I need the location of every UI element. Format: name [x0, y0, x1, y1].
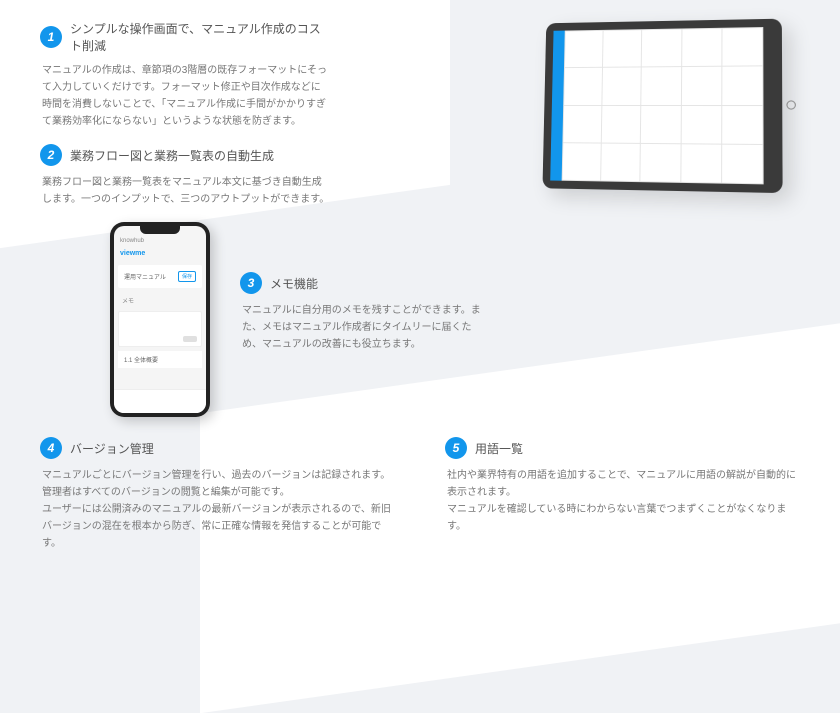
phone-save-button: 保存 [178, 271, 196, 282]
badge-3: 3 [240, 272, 262, 294]
phone-list-item: 1.1 全体概要 [118, 351, 202, 368]
phone-toolbar [114, 389, 206, 413]
badge-4: 4 [40, 437, 62, 459]
phone-manual-label: 運用マニュアル [124, 272, 166, 281]
tablet-home-button [786, 100, 796, 109]
feature-1-title-text: シンプルな操作画面で、マニュアル作成のコスト削減 [70, 20, 330, 54]
phone-memo-label: メモ [114, 294, 206, 307]
feature-4-title: 4 バージョン管理 [40, 437, 395, 459]
phone-mockup: knowhub viewme 運用マニュアル 保存 メモ 1.1 全体概要 [110, 222, 210, 417]
feature-5-title-text: 用語一覧 [475, 440, 523, 457]
feature-3-title: 3 メモ機能 [240, 272, 490, 294]
feature-5-title: 5 用語一覧 [445, 437, 800, 459]
feature-3-title-text: メモ機能 [270, 275, 318, 292]
phone-textarea [118, 311, 202, 347]
feature-3: 3 メモ機能 マニュアルに自分用のメモを残すことができます。また、メモはマニュア… [240, 272, 490, 353]
badge-2: 2 [40, 144, 62, 166]
feature-2-body: 業務フロー図と業務一覧表をマニュアル本文に基づき自動生成します。一つのインプット… [40, 174, 330, 208]
feature-4-title-text: バージョン管理 [70, 440, 154, 457]
feature-1-title: 1 シンプルな操作画面で、マニュアル作成のコスト削減 [40, 20, 330, 54]
tablet-flowchart [562, 27, 764, 184]
badge-1: 1 [40, 26, 62, 48]
feature-2-title-text: 業務フロー図と業務一覧表の自動生成 [70, 147, 274, 164]
phone-app-title: viewme [114, 248, 206, 259]
feature-4: 4 バージョン管理 マニュアルごとにバージョン管理を行い、過去のバージョンは記録… [40, 437, 395, 552]
feature-5-body: 社内や業界特有の用語を追加することで、マニュアルに用語の解説が自動的に表示されま… [445, 467, 800, 535]
badge-5: 5 [445, 437, 467, 459]
feature-4-body: マニュアルごとにバージョン管理を行い、過去のバージョンは記録されます。管理者はす… [40, 467, 395, 552]
feature-2-title: 2 業務フロー図と業務一覧表の自動生成 [40, 144, 330, 166]
feature-3-body: マニュアルに自分用のメモを残すことができます。また、メモはマニュアル作成者にタイ… [240, 302, 490, 353]
phone-notch [140, 226, 180, 234]
feature-5: 5 用語一覧 社内や業界特有の用語を追加することで、マニュアルに用語の解説が自動… [445, 437, 800, 552]
feature-1-body: マニュアルの作成は、章節項の3階層の既存フォーマットにそって入力していくだけです… [40, 62, 330, 130]
tablet-mockup [542, 19, 782, 193]
